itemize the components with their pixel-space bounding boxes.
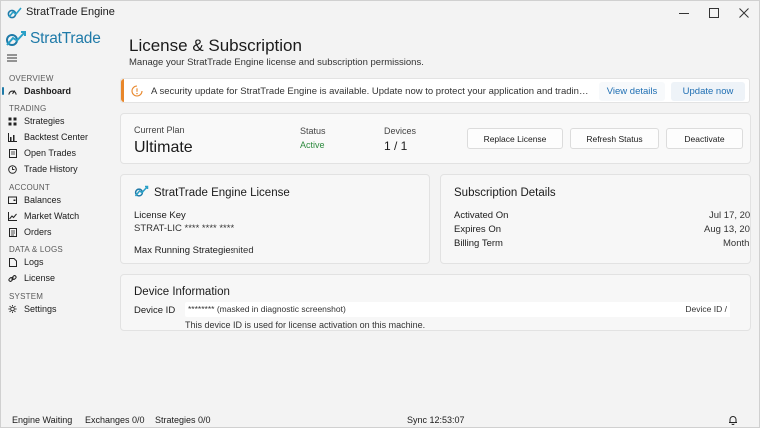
device-id-field[interactable]: ******** (masked in diagnostic screensho… [185,302,730,317]
sidebar-item-dashboard[interactable]: Dashboard [1,83,117,99]
billing-term-value: Monthl [723,238,751,249]
plan-summary-card: Current Plan Ultimate Status Active Devi… [120,113,751,164]
devices-label: Devices [384,126,417,136]
sidebar-item-backtest-center[interactable]: Backtest Center [1,129,117,145]
document-icon [8,148,17,158]
dashboard-icon [8,87,17,96]
max-strategies-label: Max Running Strategies [134,245,236,256]
license-card: StratTrade Engine License License Key ST… [120,174,430,264]
sidebar-item-label: Logs [24,257,44,267]
sidebar-item-label: License [24,273,56,283]
device-information-card: Device Information Device ID ******** (m… [120,274,751,331]
section-title-overview: OVERVIEW [9,74,54,83]
deactivate-button[interactable]: Deactivate [666,128,743,149]
section-title-system: SYSTEM [9,292,44,301]
app-window: StratTrade Engine StratTrade OVERVIEW Da… [0,0,760,428]
maximize-button[interactable] [699,1,729,25]
chart-icon [8,132,17,142]
engine-status: Engine Waiting [12,415,73,425]
section-title-data-logs: DATA & LOGS [9,245,63,254]
sidebar-item-label: Dashboard [24,86,72,96]
sidebar-item-open-trades[interactable]: Open Trades [1,145,117,161]
app-logo-icon [7,7,22,19]
status-label: Status [300,126,326,136]
sidebar-item-orders[interactable]: Orders [1,224,117,240]
sidebar-item-label: Backtest Center [24,132,89,142]
gear-icon [8,304,17,314]
close-icon [739,8,749,18]
minimize-icon [679,13,689,14]
license-key-value: STRAT-LIC **** **** **** [134,223,235,234]
expires-on-value: Aug 13, 202 [704,224,751,235]
license-key-label: License Key [134,210,186,221]
refresh-status-button[interactable]: Refresh Status [570,128,659,149]
chart-line-icon [8,211,17,221]
subscription-card: Subscription Details Activated On Jul 17… [440,174,751,264]
grid-icon [8,117,17,126]
warning-icon [131,85,143,97]
link-icon [8,274,17,283]
sidebar-item-label: Market Watch [24,211,80,221]
activated-on-label: Activated On [454,210,509,221]
sidebar-item-label: Orders [24,227,52,237]
device-id-note: This device ID is used for license activ… [185,320,426,330]
billing-term-label: Billing Term [454,238,503,249]
update-now-button[interactable]: Update now [671,82,745,101]
copy-device-id-button[interactable]: / Device ID [676,302,730,317]
maximize-icon [709,8,719,18]
minimize-button[interactable] [669,1,699,25]
clock-icon [8,164,17,174]
sidebar-item-logs[interactable]: Logs [1,254,117,270]
hamburger-menu-icon[interactable] [7,54,17,62]
sidebar-item-label: Strategies [24,116,65,126]
sidebar-item-settings[interactable]: Settings [1,301,117,317]
bell-icon[interactable] [728,415,738,425]
current-plan-value: Ultimate [134,139,193,156]
subscription-card-heading: Subscription Details [454,187,556,199]
sidebar-item-label: Open Trades [24,148,77,158]
brand-logo-icon [134,185,149,197]
banner-message: A security update for StratTrade Engine … [151,86,591,97]
sidebar-item-balances[interactable]: Balances [1,192,117,208]
banner-accent-bar [121,79,124,102]
sidebar-item-license[interactable]: License [1,270,117,286]
sidebar-item-trade-history[interactable]: Trade History [1,161,117,177]
close-button[interactable] [729,1,759,25]
license-card-heading: StratTrade Engine License [154,187,290,199]
activated-on-value: Jul 17, 202 [709,210,751,221]
status-badge: Active [300,140,325,150]
sync-status: Sync 12:53:07 [407,415,465,425]
sidebar-item-market-watch[interactable]: Market Watch [1,208,117,224]
sidebar-item-label: Settings [24,304,57,314]
page-title: License & Subscription [129,36,302,55]
title-bar: StratTrade Engine [1,1,759,25]
document-icon [8,257,17,267]
brand-logo-icon [6,31,26,46]
page-subtitle: Manage your StratTrade Engine license an… [129,57,424,68]
max-strategies-value: nited [233,245,254,256]
security-update-banner: A security update for StratTrade Engine … [120,78,750,103]
sidebar-item-label: Trade History [24,164,78,174]
devices-value: 1 / 1 [384,139,408,153]
sidebar-item-label: Balances [24,195,62,205]
strategies-status: Strategies 0/0 [155,415,211,425]
status-bar: Engine Waiting Exchanges 0/0 Strategies … [1,409,760,428]
brand-name: StratTrade [30,30,101,47]
view-details-button[interactable]: View details [599,82,665,101]
exchanges-status: Exchanges 0/0 [85,415,145,425]
device-card-heading: Device Information [134,286,230,298]
section-title-trading: TRADING [9,104,47,113]
section-title-account: ACCOUNT [9,183,50,192]
sidebar-item-strategies[interactable]: Strategies [1,113,117,129]
list-icon [8,227,17,237]
expires-on-label: Expires On [454,224,501,235]
wallet-icon [8,196,17,205]
window-title: StratTrade Engine [26,6,115,18]
current-plan-label: Current Plan [134,125,185,135]
device-id-label: Device ID [134,305,176,316]
sidebar: StratTrade OVERVIEW Dashboard TRADING St… [1,25,117,405]
brand-logo[interactable]: StratTrade [5,27,105,51]
replace-license-button[interactable]: Replace License [467,128,563,149]
